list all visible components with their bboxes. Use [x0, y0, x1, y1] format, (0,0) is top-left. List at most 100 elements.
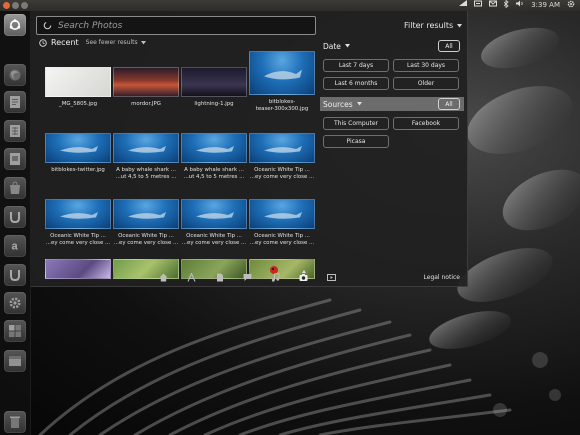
photo-result-item[interactable]: bitblokes-twitter.jpg: [45, 117, 111, 177]
photo-thumbnail: [113, 133, 179, 163]
photo-caption: _MG_5805.jpg: [59, 101, 97, 107]
lens-home-icon[interactable]: [159, 273, 168, 282]
photo-thumbnail: [45, 199, 111, 229]
photo-thumbnail: [181, 199, 247, 229]
photo-result-item[interactable]: mordor.JPG: [113, 51, 179, 111]
date-filter-label: Date: [323, 41, 341, 51]
bluetooth-icon[interactable]: [503, 0, 509, 12]
keyboard-indicator-icon[interactable]: [474, 0, 483, 11]
photo-result-item[interactable]: A baby whale shark ... ...ut 4,5 to 5 met…: [113, 117, 179, 180]
clock[interactable]: 3:39 AM: [531, 0, 560, 11]
sources-expand-arrow-icon: [356, 102, 362, 106]
volume-icon[interactable]: [516, 0, 524, 11]
sources-filter-header[interactable]: Sources All: [320, 97, 464, 111]
software-center-icon[interactable]: [4, 177, 26, 199]
date-option-last-30-days[interactable]: Last 30 days: [393, 59, 459, 72]
window-controls: [3, 2, 28, 9]
photo-thumbnail: [249, 133, 315, 163]
libreoffice-calc-icon[interactable]: [4, 120, 26, 142]
see-fewer-arrow-icon: [140, 40, 146, 44]
spinner-icon: [43, 21, 52, 30]
session-gear-icon[interactable]: [567, 0, 575, 12]
photo-result-item[interactable]: Oceanic White Tip ... ...ey come very clo…: [249, 117, 315, 180]
photo-results-grid: _MG_5805.jpg mordor.JPG lightning-1.jpg bit…: [45, 51, 315, 281]
dash-overlay: Filter results Recent See fewer results …: [31, 11, 468, 287]
messaging-icon[interactable]: [489, 0, 498, 11]
photo-result-item[interactable]: A baby whale shark ... ...ut 4,5 to 5 met…: [181, 117, 247, 180]
date-all-button[interactable]: All: [438, 40, 460, 52]
lens-photos-icon[interactable]: [299, 270, 308, 282]
lens-social-icon[interactable]: [243, 273, 252, 282]
search-box[interactable]: [36, 16, 316, 35]
trash-icon[interactable]: [4, 411, 26, 433]
dash-home-button[interactable]: [4, 14, 26, 36]
photo-caption: Oceanic White Tip ...: [50, 233, 106, 239]
photo-caption: Oceanic White Tip ...: [186, 233, 242, 239]
lens-bar: [159, 270, 336, 282]
source-option-this-computer[interactable]: This Computer: [323, 117, 389, 130]
see-fewer-results-link[interactable]: See fewer results: [86, 39, 138, 46]
amazon-icon[interactable]: a: [4, 235, 26, 257]
photo-result-item[interactable]: _MG_5805.jpg: [45, 51, 111, 111]
date-option-last-6-months[interactable]: Last 6 months: [323, 77, 389, 90]
system-settings-icon[interactable]: [4, 292, 26, 314]
photo-result-item[interactable]: Oceanic White Tip ... ...ey come very clo…: [113, 183, 179, 246]
ubuntu-one-icon[interactable]: [4, 206, 26, 228]
maximize-window-button[interactable]: [21, 2, 28, 9]
search-input[interactable]: [58, 20, 288, 31]
photo-thumbnail: [249, 199, 315, 229]
filter-results-label: Filter results: [404, 21, 454, 30]
lens-applications-icon[interactable]: [187, 273, 196, 282]
photo-result-item[interactable]: Oceanic White Tip ... ...ey come very clo…: [45, 183, 111, 246]
filter-results-toggle[interactable]: Filter results: [404, 21, 463, 30]
date-filter-header[interactable]: Date All: [320, 39, 464, 53]
photo-result-item[interactable]: [45, 249, 111, 281]
source-option-facebook[interactable]: Facebook: [393, 117, 459, 130]
photo-result-item[interactable]: lightning-1.jpg: [181, 51, 247, 111]
system-tray: 3:39 AM: [459, 0, 580, 12]
files-launcher-icon[interactable]: [4, 350, 26, 372]
photo-caption: Oceanic White Tip ...: [254, 233, 310, 239]
launcher: a: [0, 11, 31, 435]
clock-icon: [39, 38, 47, 47]
minimize-window-button[interactable]: [12, 2, 19, 9]
photo-thumbnail: [181, 133, 247, 163]
photo-result-item[interactable]: Oceanic White Tip ... ...ey come very clo…: [249, 183, 315, 246]
close-window-button[interactable]: [3, 2, 10, 9]
source-option-picasa[interactable]: Picasa: [323, 135, 389, 148]
sources-all-button[interactable]: All: [438, 98, 460, 110]
photo-caption-line2: ...ey come very close ...: [113, 240, 179, 246]
date-option-older[interactable]: Older: [393, 77, 459, 90]
filter-dropdown-arrow-icon: [457, 23, 463, 27]
date-option-last-7-days[interactable]: Last 7 days: [323, 59, 389, 72]
photo-caption: A baby whale shark ...: [116, 167, 176, 173]
photo-caption: Oceanic White Tip ...: [254, 167, 310, 173]
photo-caption: bitblokes-twitter.jpg: [51, 167, 105, 173]
photo-thumbnail: [45, 133, 111, 163]
workspace-switcher-icon[interactable]: [4, 320, 26, 342]
photo-thumbnail: [249, 51, 315, 95]
photo-thumbnail: [181, 67, 247, 97]
photo-caption: lightning-1.jpg: [194, 101, 234, 107]
photo-caption-line2: teaser-300x300.jpg: [255, 106, 309, 112]
lens-music-icon[interactable]: [271, 273, 280, 282]
lens-files-icon[interactable]: [215, 273, 224, 282]
photo-caption-line2: ...ey come very close ...: [181, 240, 247, 246]
photo-caption-line2: ...ut 4,5 to 5 metres ...: [183, 174, 245, 180]
sources-filter-label: Sources: [323, 99, 353, 109]
photo-caption: A baby whale shark ...: [184, 167, 244, 173]
photo-caption-line2: ...ut 4,5 to 5 metres ...: [115, 174, 177, 180]
firefox-launcher-icon[interactable]: [4, 64, 26, 86]
network-icon[interactable]: [459, 0, 468, 11]
photo-caption: Oceanic White Tip ...: [118, 233, 174, 239]
ubuntu-one-music-icon[interactable]: [4, 264, 26, 286]
photo-thumbnail: [45, 259, 111, 279]
photo-thumbnail: [113, 67, 179, 97]
libreoffice-impress-icon[interactable]: [4, 148, 26, 170]
photo-result-item[interactable]: Oceanic White Tip ... ...ey come very clo…: [181, 183, 247, 246]
svg-text:a: a: [12, 241, 19, 253]
legal-notice-link[interactable]: Legal notice: [424, 274, 460, 281]
lens-video-icon[interactable]: [327, 273, 336, 282]
libreoffice-writer-icon[interactable]: [4, 91, 26, 113]
photo-result-item[interactable]: bitblokes-teaser-300x300.jpg: [249, 51, 315, 112]
